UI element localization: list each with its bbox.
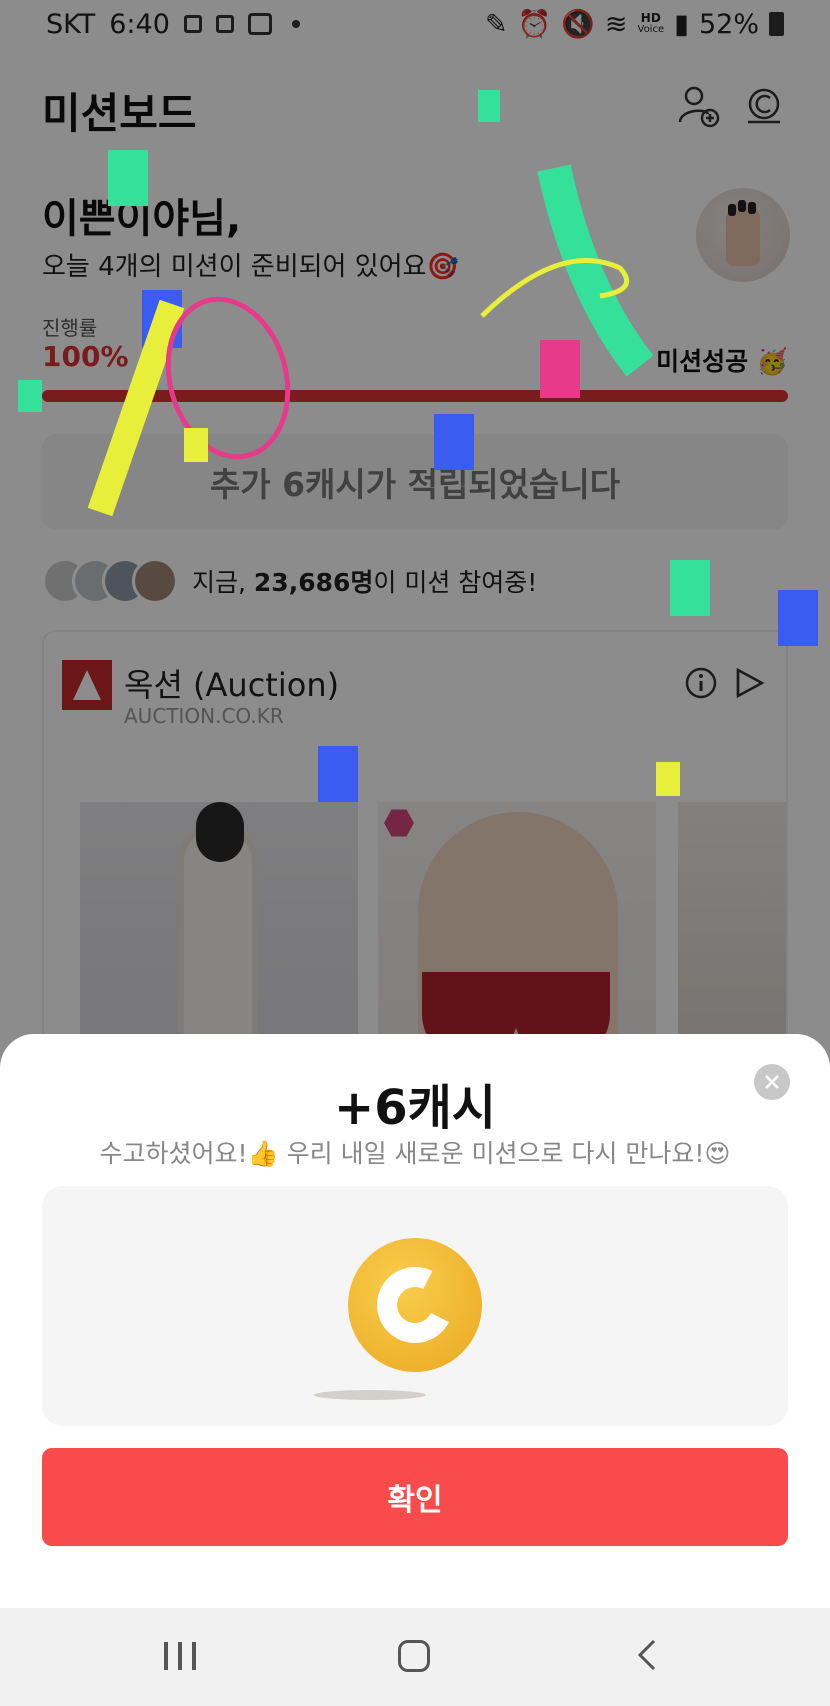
back-icon[interactable] — [636, 1638, 658, 1672]
reward-box — [42, 1186, 788, 1426]
coin-shadow — [314, 1390, 426, 1400]
system-nav-bar — [0, 1608, 830, 1706]
reward-title: +6캐시 — [334, 1080, 496, 1136]
recent-apps-icon[interactable] — [164, 1642, 196, 1670]
confirm-button[interactable]: 확인 — [42, 1448, 788, 1546]
home-icon[interactable] — [398, 1640, 430, 1672]
reward-bottom-sheet: +6캐시 수고하셨어요!👍 우리 내일 새로운 미션으로 다시 만나요!😍 확인 — [0, 1034, 830, 1608]
reward-subtitle: 수고하셨어요!👍 우리 내일 새로운 미션으로 다시 만나요!😍 — [99, 1139, 731, 1168]
close-button[interactable] — [754, 1064, 790, 1100]
coin-icon — [348, 1238, 482, 1372]
close-icon — [765, 1075, 779, 1089]
